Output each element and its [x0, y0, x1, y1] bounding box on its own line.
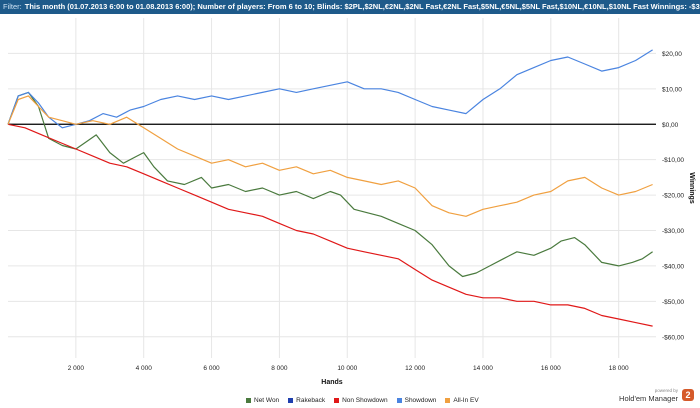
brand-mark: powered by Hold'em Manager 2 [619, 387, 694, 403]
x-axis-title: Hands [321, 379, 343, 386]
legend-item-net-won[interactable]: Net Won [246, 397, 279, 404]
legend-label: All-In EV [453, 397, 479, 404]
legend-swatch [288, 398, 294, 403]
legend-swatch [396, 398, 402, 403]
filter-bar: Filter: This month (01.07.2013 6:00 to 01… [0, 0, 700, 14]
x-tick-label: 10 000 [337, 365, 357, 372]
legend-label: Showdown [404, 397, 437, 404]
filter-text: This month (01.07.2013 6:00 to 01.08.201… [24, 2, 700, 11]
legend-swatch [246, 398, 251, 403]
series-line-non-showdown [7, 123, 653, 327]
y-tick-label: -$30,00 [662, 228, 684, 235]
winnings-graph: 2 000 4 000 6 000 8 000 10 000 12 000 14 000 16… [7, 18, 695, 386]
legend-item-rakeback[interactable]: Rakeback [288, 397, 325, 404]
legend-item-non-showdown[interactable]: Non Showdown [334, 397, 388, 404]
holdem-manager-logo-icon: 2 [682, 389, 694, 401]
y-axis-title: Winnings [688, 172, 695, 204]
y-tick-label: -$60,00 [662, 334, 684, 341]
y-tick-label: -$50,00 [662, 299, 684, 306]
series-line-net-won [7, 91, 653, 278]
x-tick-label: 8 000 [271, 365, 288, 372]
y-tick-label: $10,00 [662, 86, 682, 93]
x-tick-label: 16 000 [541, 365, 561, 372]
x-tick-label: 4 000 [136, 365, 153, 372]
legend-label: Net Won [254, 397, 280, 404]
legend-label: Rakeback [296, 397, 326, 404]
grid-lines [8, 18, 656, 358]
brand-text: powered by Hold'em Manager [619, 387, 678, 403]
x-tick-label: 2 000 [68, 365, 85, 372]
x-tick-labels: 2 000 4 000 6 000 8 000 10 000 12 000 14 000 16… [68, 365, 629, 372]
brand-name: Hold'em Manager [619, 394, 678, 403]
x-tick-label: 6 000 [203, 365, 220, 372]
legend-item-showdown[interactable]: Showdown [396, 397, 437, 404]
y-tick-label: -$10,00 [662, 157, 684, 164]
chart-legend: Net Won Rakeback Non Showdown Showdown All-I… [246, 397, 479, 404]
legend-swatch [334, 398, 340, 403]
x-tick-label: 14 000 [473, 365, 493, 372]
legend-swatch [445, 398, 451, 403]
y-tick-label: $0,00 [662, 122, 679, 129]
x-tick-label: 18 000 [609, 365, 629, 372]
legend-item-all-in-ev[interactable]: All-In EV [445, 397, 479, 404]
y-tick-label: $20,00 [662, 51, 682, 58]
legend-label: Non Showdown [342, 397, 388, 404]
y-tick-label: -$20,00 [662, 193, 684, 200]
series-lines [7, 49, 653, 327]
filter-label: Filter: [3, 2, 22, 11]
y-tick-labels: $20,00 $10,00 $0,00 -$10,00 -$20,00 -$30,00 -$… [662, 51, 684, 341]
y-tick-label: -$40,00 [662, 263, 684, 270]
x-tick-label: 12 000 [405, 365, 425, 372]
